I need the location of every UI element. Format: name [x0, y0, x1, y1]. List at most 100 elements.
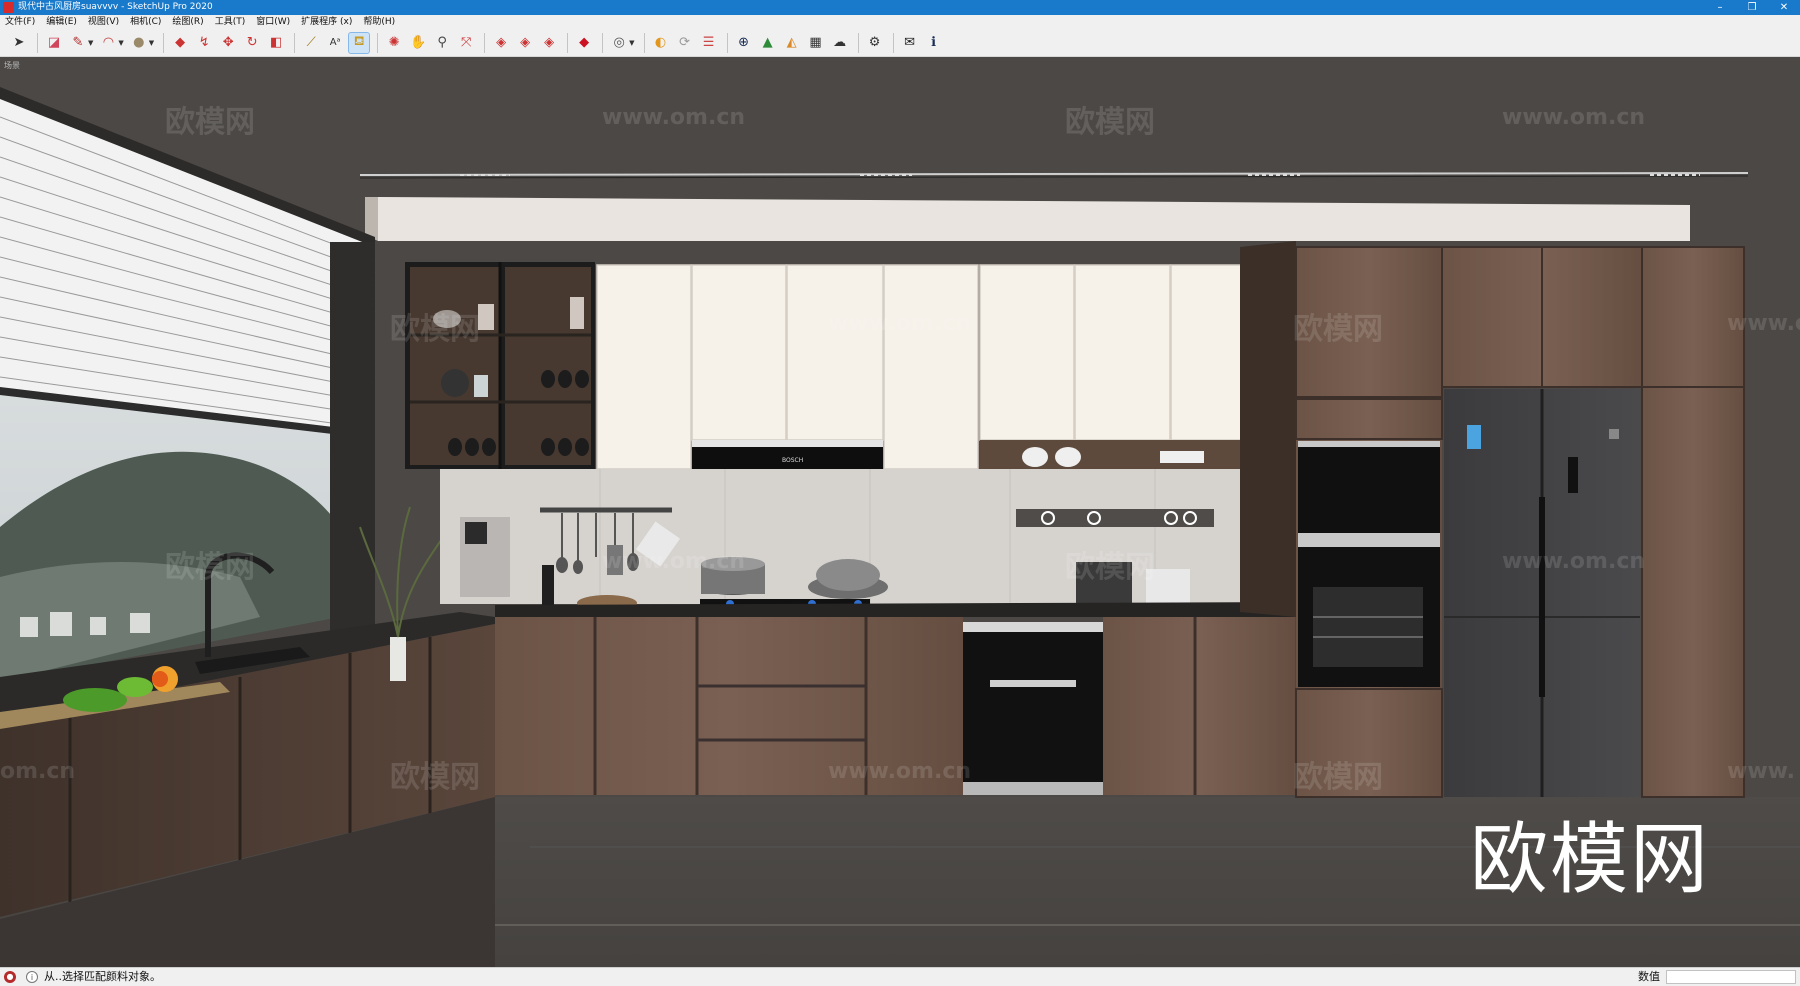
measurements-input[interactable] — [1666, 970, 1796, 984]
zoom-icon[interactable]: ⚲ — [431, 32, 453, 54]
watermark-url: www.om.cn — [828, 759, 972, 784]
menu-draw[interactable]: 绘图(R) — [167, 15, 209, 29]
select-arrow-icon[interactable]: ➤ — [8, 32, 30, 54]
layers-icon[interactable]: ☰ — [698, 32, 720, 54]
layout-icon[interactable]: ◈ — [538, 32, 560, 54]
base-cabinets-right — [1103, 617, 1295, 795]
close-button[interactable]: ✕ — [1768, 0, 1800, 15]
shape-icon[interactable]: ● — [128, 32, 150, 54]
window-blinds — [0, 97, 376, 439]
info-icon[interactable]: i — [26, 971, 38, 983]
menu-file[interactable]: 文件(F) — [0, 15, 41, 29]
watermark-text: 欧模网 — [390, 760, 480, 795]
measurements-label: 数值 — [1638, 970, 1660, 983]
toolbar-separator — [377, 32, 379, 53]
terrain-icon[interactable]: ◭ — [781, 32, 803, 54]
watermark-text: 欧模网 — [1065, 105, 1155, 140]
extension-warehouse-icon[interactable]: ◈ — [514, 32, 536, 54]
eraser-icon[interactable]: ◪ — [43, 32, 65, 54]
toolbar-separator — [892, 32, 894, 53]
built-in-oven — [963, 622, 1103, 795]
toolbar-separator — [163, 32, 165, 53]
refresh-icon[interactable]: ⟳ — [674, 32, 696, 54]
toolbar-separator — [37, 32, 38, 53]
toolbar-separator — [857, 32, 859, 53]
ruby-icon[interactable]: ◆ — [573, 32, 595, 54]
restore-button[interactable]: ❐ — [1736, 0, 1768, 15]
side-panel — [1240, 241, 1296, 617]
toolbar-separator — [602, 32, 604, 53]
vase — [390, 637, 406, 681]
oil-bottle — [542, 565, 554, 605]
menu-extensions[interactable]: 扩展程序 (x) — [296, 15, 358, 29]
menu-bar: 文件(F) 编辑(E) 视图(V) 相机(C) 绘图(R) 工具(T) 窗口(W… — [0, 15, 1800, 29]
push-pull-icon[interactable]: ◆ — [169, 32, 191, 54]
cloud-upload-icon[interactable]: ☁ — [829, 32, 851, 54]
watermark-url: om.cn — [0, 759, 76, 784]
watermark-text: 欧模网 — [1293, 760, 1383, 795]
watermark-url: www.o — [1727, 311, 1800, 336]
add-location-icon[interactable]: ⊕ — [733, 32, 755, 54]
tree-icon[interactable]: ▲ — [757, 32, 779, 54]
brand-watermark: 欧模网 — [1470, 815, 1711, 905]
watermark-text: 欧模网 — [390, 312, 480, 347]
arc-icon[interactable]: ◠ — [97, 32, 119, 54]
watermark-text: 欧模网 — [165, 105, 255, 140]
watermark-url: www. — [1727, 759, 1795, 784]
watermark-url: www.om.cn — [1502, 549, 1646, 574]
warehouse-icon[interactable]: ◈ — [490, 32, 512, 54]
pencil-dropdown-caret[interactable]: ▼ — [88, 39, 93, 47]
window-controls: – ❐ ✕ — [1704, 0, 1800, 15]
arc-dropdown-caret[interactable]: ▼ — [118, 39, 123, 47]
checker-icon[interactable]: ▦ — [805, 32, 827, 54]
model-viewport[interactable]: BOSCH 场景 欧模网 www.om.cn 欧模网 www.om.cn 欧模网… — [0, 57, 1800, 967]
hood-brand-label: BOSCH — [782, 457, 803, 464]
pan-icon[interactable]: ✋ — [407, 32, 429, 54]
watermark-url: www.om.cn — [602, 549, 746, 574]
paint-bucket-icon[interactable]: ⛾ — [348, 31, 371, 54]
menu-tools[interactable]: 工具(T) — [210, 15, 252, 29]
menu-help[interactable]: 帮助(H) — [358, 15, 401, 29]
watermark-text: 欧模网 — [165, 550, 255, 585]
status-bar: ● i 从..选择匹配颜料对象。 数值 — [0, 967, 1800, 986]
orbit-icon[interactable]: ✺ — [383, 32, 405, 54]
minimize-button[interactable]: – — [1704, 0, 1736, 15]
move-icon[interactable]: ✥ — [217, 32, 239, 54]
main-toolbar: ➤ ◪ ✎ ▼ ◠ ▼ ● ▼ ◆ ↯ ✥ ↻ ◧ ⟋ Aᵃ ⛾ ✺ ✋ ⚲ ⤧… — [0, 29, 1800, 57]
status-message: 从..选择匹配颜料对象。 — [44, 970, 161, 983]
menu-edit[interactable]: 编辑(E) — [41, 15, 83, 29]
info-icon[interactable]: ℹ — [923, 32, 945, 54]
geo-location-icon[interactable]: ● — [4, 971, 16, 983]
account-dropdown-caret[interactable]: ▼ — [629, 39, 634, 47]
fridge-display — [1568, 457, 1578, 493]
sketchup-app-icon[interactable] — [3, 2, 14, 13]
ceiling-light-strip-shadow — [359, 175, 1749, 179]
text-icon[interactable]: Aᵃ — [324, 32, 346, 54]
scale-icon[interactable]: ◧ — [265, 32, 287, 54]
tape-measure-icon[interactable]: ⟋ — [300, 32, 322, 54]
shape-dropdown-caret[interactable]: ▼ — [149, 39, 154, 47]
scene-tab-label[interactable]: 场景 — [4, 60, 20, 71]
rotate-icon[interactable]: ↻ — [241, 32, 263, 54]
mail-icon[interactable]: ✉ — [899, 32, 921, 54]
zoom-extents-icon[interactable]: ⤧ — [455, 32, 477, 54]
watermark-text: 欧模网 — [1065, 550, 1155, 585]
account-icon[interactable]: ◎ — [608, 32, 630, 54]
white-upper-cabinets — [596, 264, 1268, 470]
follow-me-icon[interactable]: ↯ — [193, 32, 215, 54]
menu-view[interactable]: 视图(V) — [83, 15, 125, 29]
pencil-line-icon[interactable]: ✎ — [67, 32, 89, 54]
toolbar-separator — [726, 32, 728, 53]
watermark-url: www.om.cn — [602, 105, 746, 130]
toolbar-separator — [484, 32, 486, 53]
ceiling-soffit — [378, 197, 1690, 241]
toolbar-separator — [567, 32, 569, 53]
menu-camera[interactable]: 相机(C) — [125, 15, 167, 29]
title-bar: 现代中古风厨房suavvvv - SketchUp Pro 2020 – ❐ ✕ — [0, 0, 1800, 15]
toolbar-separator — [643, 32, 645, 53]
plugin-a-icon[interactable]: ◐ — [650, 32, 672, 54]
toolbar-separator — [294, 32, 296, 53]
settings-icon[interactable]: ⚙ — [864, 32, 886, 54]
ceiling-light-strip — [359, 172, 1749, 176]
menu-window[interactable]: 窗口(W) — [251, 15, 296, 29]
